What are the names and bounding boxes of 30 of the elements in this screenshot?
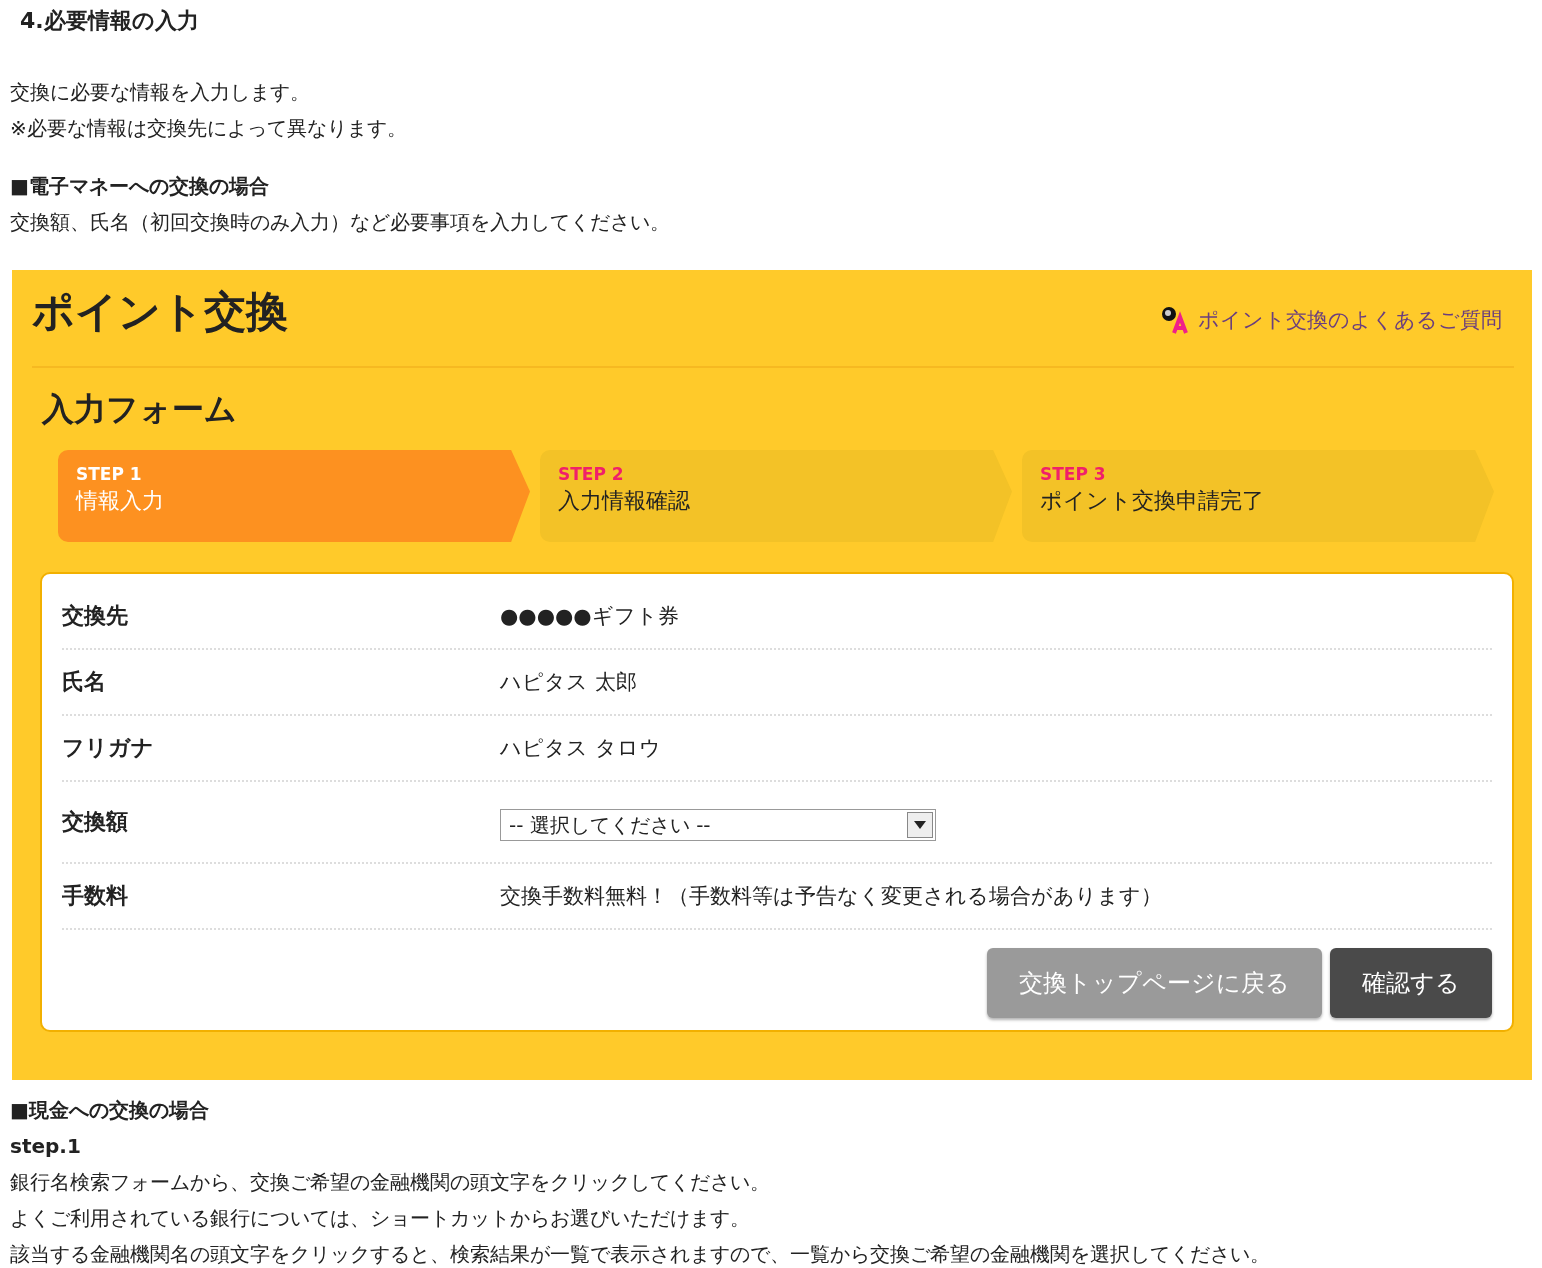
field-label: 氏名 — [62, 668, 107, 696]
section-heading: 4.必要情報の入力 — [20, 7, 200, 35]
subheading: ■電子マネーへの交換の場合 — [10, 173, 270, 200]
paragraph: ※必要な情報は交換先によって異なります。 — [10, 115, 408, 142]
confirm-button[interactable]: 確認する — [1330, 948, 1492, 1018]
step-number: STEP 1 — [76, 464, 143, 484]
step-number: STEP 3 — [1040, 464, 1107, 484]
field-value: ハピタス 太郎 — [500, 669, 637, 696]
field-value: ●●●●●ギフト券 — [500, 603, 679, 630]
field-value: 交換手数料無料！（手数料等は予告なく変更される場合があります） — [500, 883, 1162, 910]
form-title: 入力フォーム — [42, 389, 238, 430]
step-number: STEP 2 — [558, 464, 625, 484]
faq-link[interactable]: ポイント交換のよくあるご質問 — [1160, 305, 1502, 335]
field-label: 交換先 — [62, 602, 129, 630]
field-label: 手数料 — [62, 882, 129, 910]
subheading: ■現金への交換の場合 — [10, 1097, 210, 1124]
paragraph: 該当する金融機関名の頭文字をクリックすると、検索結果が一覧で表示されますので、一覧から交換ご希望の金融機関を選択してください。 — [10, 1241, 1271, 1268]
amount-dropdown[interactable]: -- 選択してください -- — [500, 809, 936, 841]
paragraph: よくご利用されている銀行については、ショートカットからお選びいただけます。 — [10, 1205, 751, 1232]
paragraph: 交換に必要な情報を入力します。 — [10, 79, 311, 106]
step-label: 情報入力 — [76, 487, 165, 515]
step-heading: step.1 — [10, 1133, 82, 1160]
page-title: ポイント交換 — [32, 286, 288, 338]
step-label: ポイント交換申請完了 — [1040, 487, 1265, 515]
field-label: 交換額 — [62, 808, 129, 836]
paragraph: 交換額、氏名（初回交換時のみ入力）など必要事項を入力してください。 — [10, 209, 671, 236]
paragraph: 銀行名検索フォームから、交換ご希望の金融機関の頭文字をクリックしてください。 — [10, 1169, 771, 1196]
step-label: 入力情報確認 — [558, 487, 691, 515]
field-value: ハピタス タロウ — [500, 735, 661, 762]
field-label: フリガナ — [62, 734, 155, 762]
